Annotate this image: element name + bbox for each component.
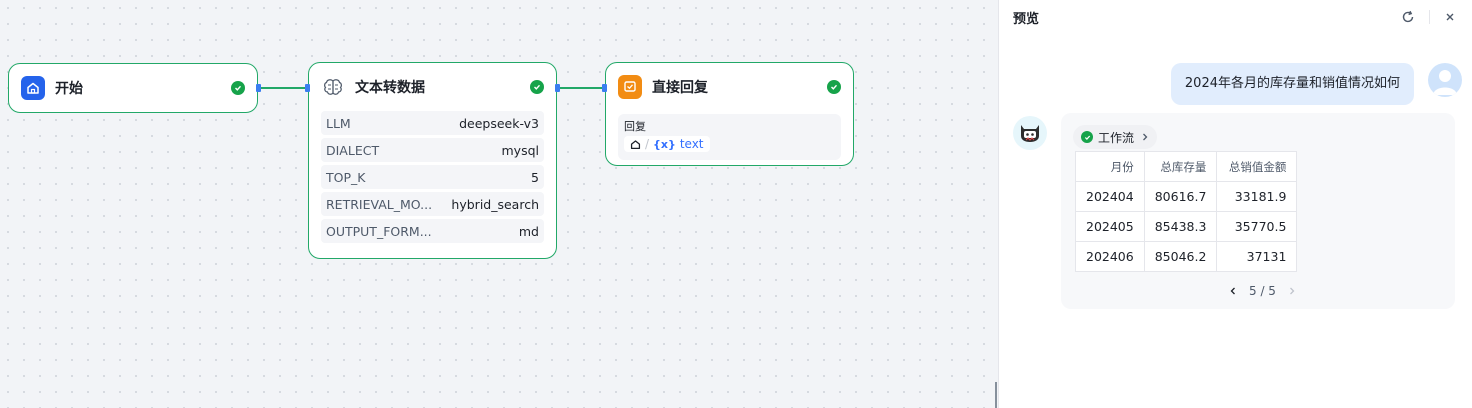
reply-icon [618,75,642,99]
text2data-node[interactable]: 文本转数据 LLM deepseek-v3 DIALECT mysql TOP_… [308,62,557,259]
param-key: DIALECT [326,142,380,158]
table-header: 总销值金额 [1216,151,1298,182]
success-check-icon [231,81,245,95]
table-row: 202404 80616.7 33181.9 [1075,181,1298,212]
canvas-scrollbar[interactable] [995,382,997,408]
workflow-tag-label: 工作流 [1098,130,1135,145]
divider [1429,10,1430,24]
table-cell: 35770.5 [1216,211,1298,242]
table-cell: 37131 [1216,241,1298,272]
param-key: TOP_K [326,169,366,185]
param-value: mysql [501,142,540,158]
user-avatar [1428,63,1462,97]
table-header-row: 月份 总库存量 总销值金额 [1075,151,1298,182]
start-node-title: 开始 [55,81,83,97]
param-row-dialect: DIALECT mysql [321,138,544,162]
direct-reply-node-title: 直接回复 [652,80,708,96]
table-row: 202406 85046.2 37131 [1075,241,1298,272]
home-icon [630,139,641,150]
reply-label: 回复 [624,120,646,133]
direct-reply-node[interactable]: 直接回复 回复 / {x} text [605,62,854,166]
param-key: LLM [326,115,351,131]
param-row-top-k: TOP_K 5 [321,165,544,189]
result-table: 月份 总库存量 总销值金额 202404 80616.7 33181.9 202… [1075,151,1298,272]
param-key: OUTPUT_FORM... [326,223,432,239]
success-check-icon [1081,131,1093,143]
chevron-right-icon[interactable] [1288,287,1296,295]
workflow-canvas[interactable]: 开始 文本转数据 LLM deepseek-v3 DIALECT mysql T… [0,0,1000,408]
param-value: md [518,223,539,239]
workflow-tag[interactable]: 工作流 [1073,125,1158,149]
chevron-left-icon[interactable] [1229,287,1237,295]
success-check-icon [827,80,841,94]
param-key: RETRIEVAL_MO... [326,196,433,212]
table-header: 月份 [1075,151,1145,182]
text2data-node-title: 文本转数据 [355,80,425,96]
table-cell: 33181.9 [1216,181,1298,212]
bot-response-card: 工作流 月份 总库存量 总销值金额 202404 80616.7 33181.9 [1061,113,1455,309]
start-output-port[interactable] [256,84,261,92]
param-value: 5 [531,169,539,185]
param-row-retrieval-mode: RETRIEVAL_MO... hybrid_search [321,192,544,216]
table-cell: 85046.2 [1143,241,1218,272]
user-message-bubble: 2024年各月的库存量和销值情况如何 [1170,63,1414,105]
table-cell: 80616.7 [1143,181,1218,212]
page-indicator: 5 / 5 [1249,284,1276,298]
table-header: 总库存量 [1143,151,1218,182]
text2data-output-port[interactable] [555,84,560,92]
close-icon[interactable] [1444,11,1456,23]
variable-name: text [679,137,704,151]
chevron-right-icon [1141,133,1149,141]
text2data-input-port[interactable] [305,84,310,92]
reply-content-box[interactable]: 回复 / {x} text [618,114,841,160]
success-check-icon [530,80,544,94]
table-row: 202405 85438.3 35770.5 [1075,211,1298,242]
variable-icon: {x} [653,137,676,151]
param-value: hybrid_search [451,196,539,212]
brain-icon [321,75,345,99]
edge-text2data-to-reply [557,87,605,89]
preview-panel: 预览 2024年各月的库存量和销值情况如何 工作流 月份 总库存量 总销值金额 … [998,0,1472,408]
table-cell: 85438.3 [1143,211,1218,242]
start-node[interactable]: 开始 [8,63,258,113]
table-cell: 202405 [1075,211,1145,242]
table-cell: 202406 [1075,241,1145,272]
preview-title: 预览 [1013,11,1040,27]
bot-avatar [1013,116,1047,150]
home-icon [21,76,45,100]
edge-start-to-text2data [258,87,310,89]
refresh-icon[interactable] [1401,10,1415,24]
variable-separator: / [645,137,650,151]
param-row-output-format: OUTPUT_FORM... md [321,219,544,243]
direct-reply-input-port[interactable] [602,84,607,92]
table-cell: 202404 [1075,181,1145,212]
variable-chip[interactable]: / {x} text [624,136,710,152]
pagination: 5 / 5 [1229,284,1296,298]
param-value: deepseek-v3 [459,115,539,131]
param-row-llm: LLM deepseek-v3 [321,111,544,135]
